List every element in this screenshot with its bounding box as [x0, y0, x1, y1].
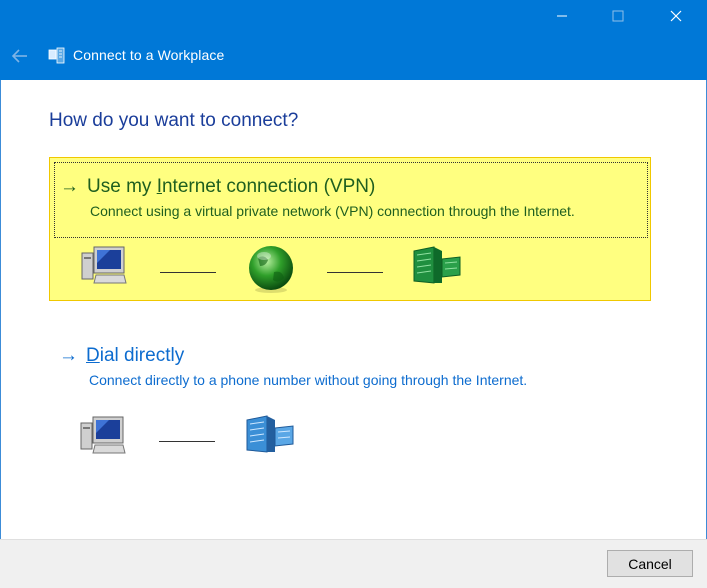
cancel-button[interactable]: Cancel: [607, 550, 693, 577]
focus-rectangle: [54, 162, 648, 238]
computer-icon: [80, 416, 126, 454]
connection-line: [159, 441, 215, 442]
option-vpn-title-part: Use my: [87, 176, 157, 197]
computer-icon: [81, 246, 127, 284]
office-building-icon: [246, 415, 294, 453]
workplace-connection-icon: [48, 47, 65, 64]
connection-line: [160, 272, 216, 273]
page-heading: How do you want to connect?: [49, 110, 299, 131]
title-bar: Connect to a Workplace: [0, 0, 707, 80]
option-vpn-title[interactable]: → Use my Internet connection (VPN): [60, 176, 375, 198]
globe-icon: [249, 246, 293, 293]
office-building-icon: [413, 246, 461, 284]
minimize-icon: [557, 15, 567, 17]
close-button[interactable]: [653, 0, 699, 32]
maximize-icon: [612, 10, 624, 22]
connection-line: [327, 272, 383, 273]
arrow-right-icon: →: [59, 345, 78, 366]
arrow-right-icon: →: [60, 176, 79, 197]
option-dial-title[interactable]: → Dial directly: [59, 345, 184, 367]
option-dial[interactable]: → Dial directly Connect directly to a pho…: [49, 330, 651, 474]
window-title: Connect to a Workplace: [73, 47, 225, 63]
option-dial-description: Connect directly to a phone number witho…: [89, 372, 528, 388]
option-dial-accesskey: D: [86, 345, 100, 366]
minimize-button[interactable]: [539, 0, 585, 32]
back-arrow-icon[interactable]: [10, 46, 30, 66]
close-icon: [670, 10, 682, 22]
dialog-footer: [0, 539, 707, 588]
option-vpn-title-part: nternet connection (VPN): [161, 176, 376, 197]
option-dial-title-part: ial directly: [99, 345, 185, 366]
maximize-button[interactable]: [595, 0, 641, 32]
option-vpn-description: Connect using a virtual private network …: [90, 203, 575, 219]
option-vpn[interactable]: → Use my Internet connection (VPN) Connec…: [49, 157, 651, 301]
